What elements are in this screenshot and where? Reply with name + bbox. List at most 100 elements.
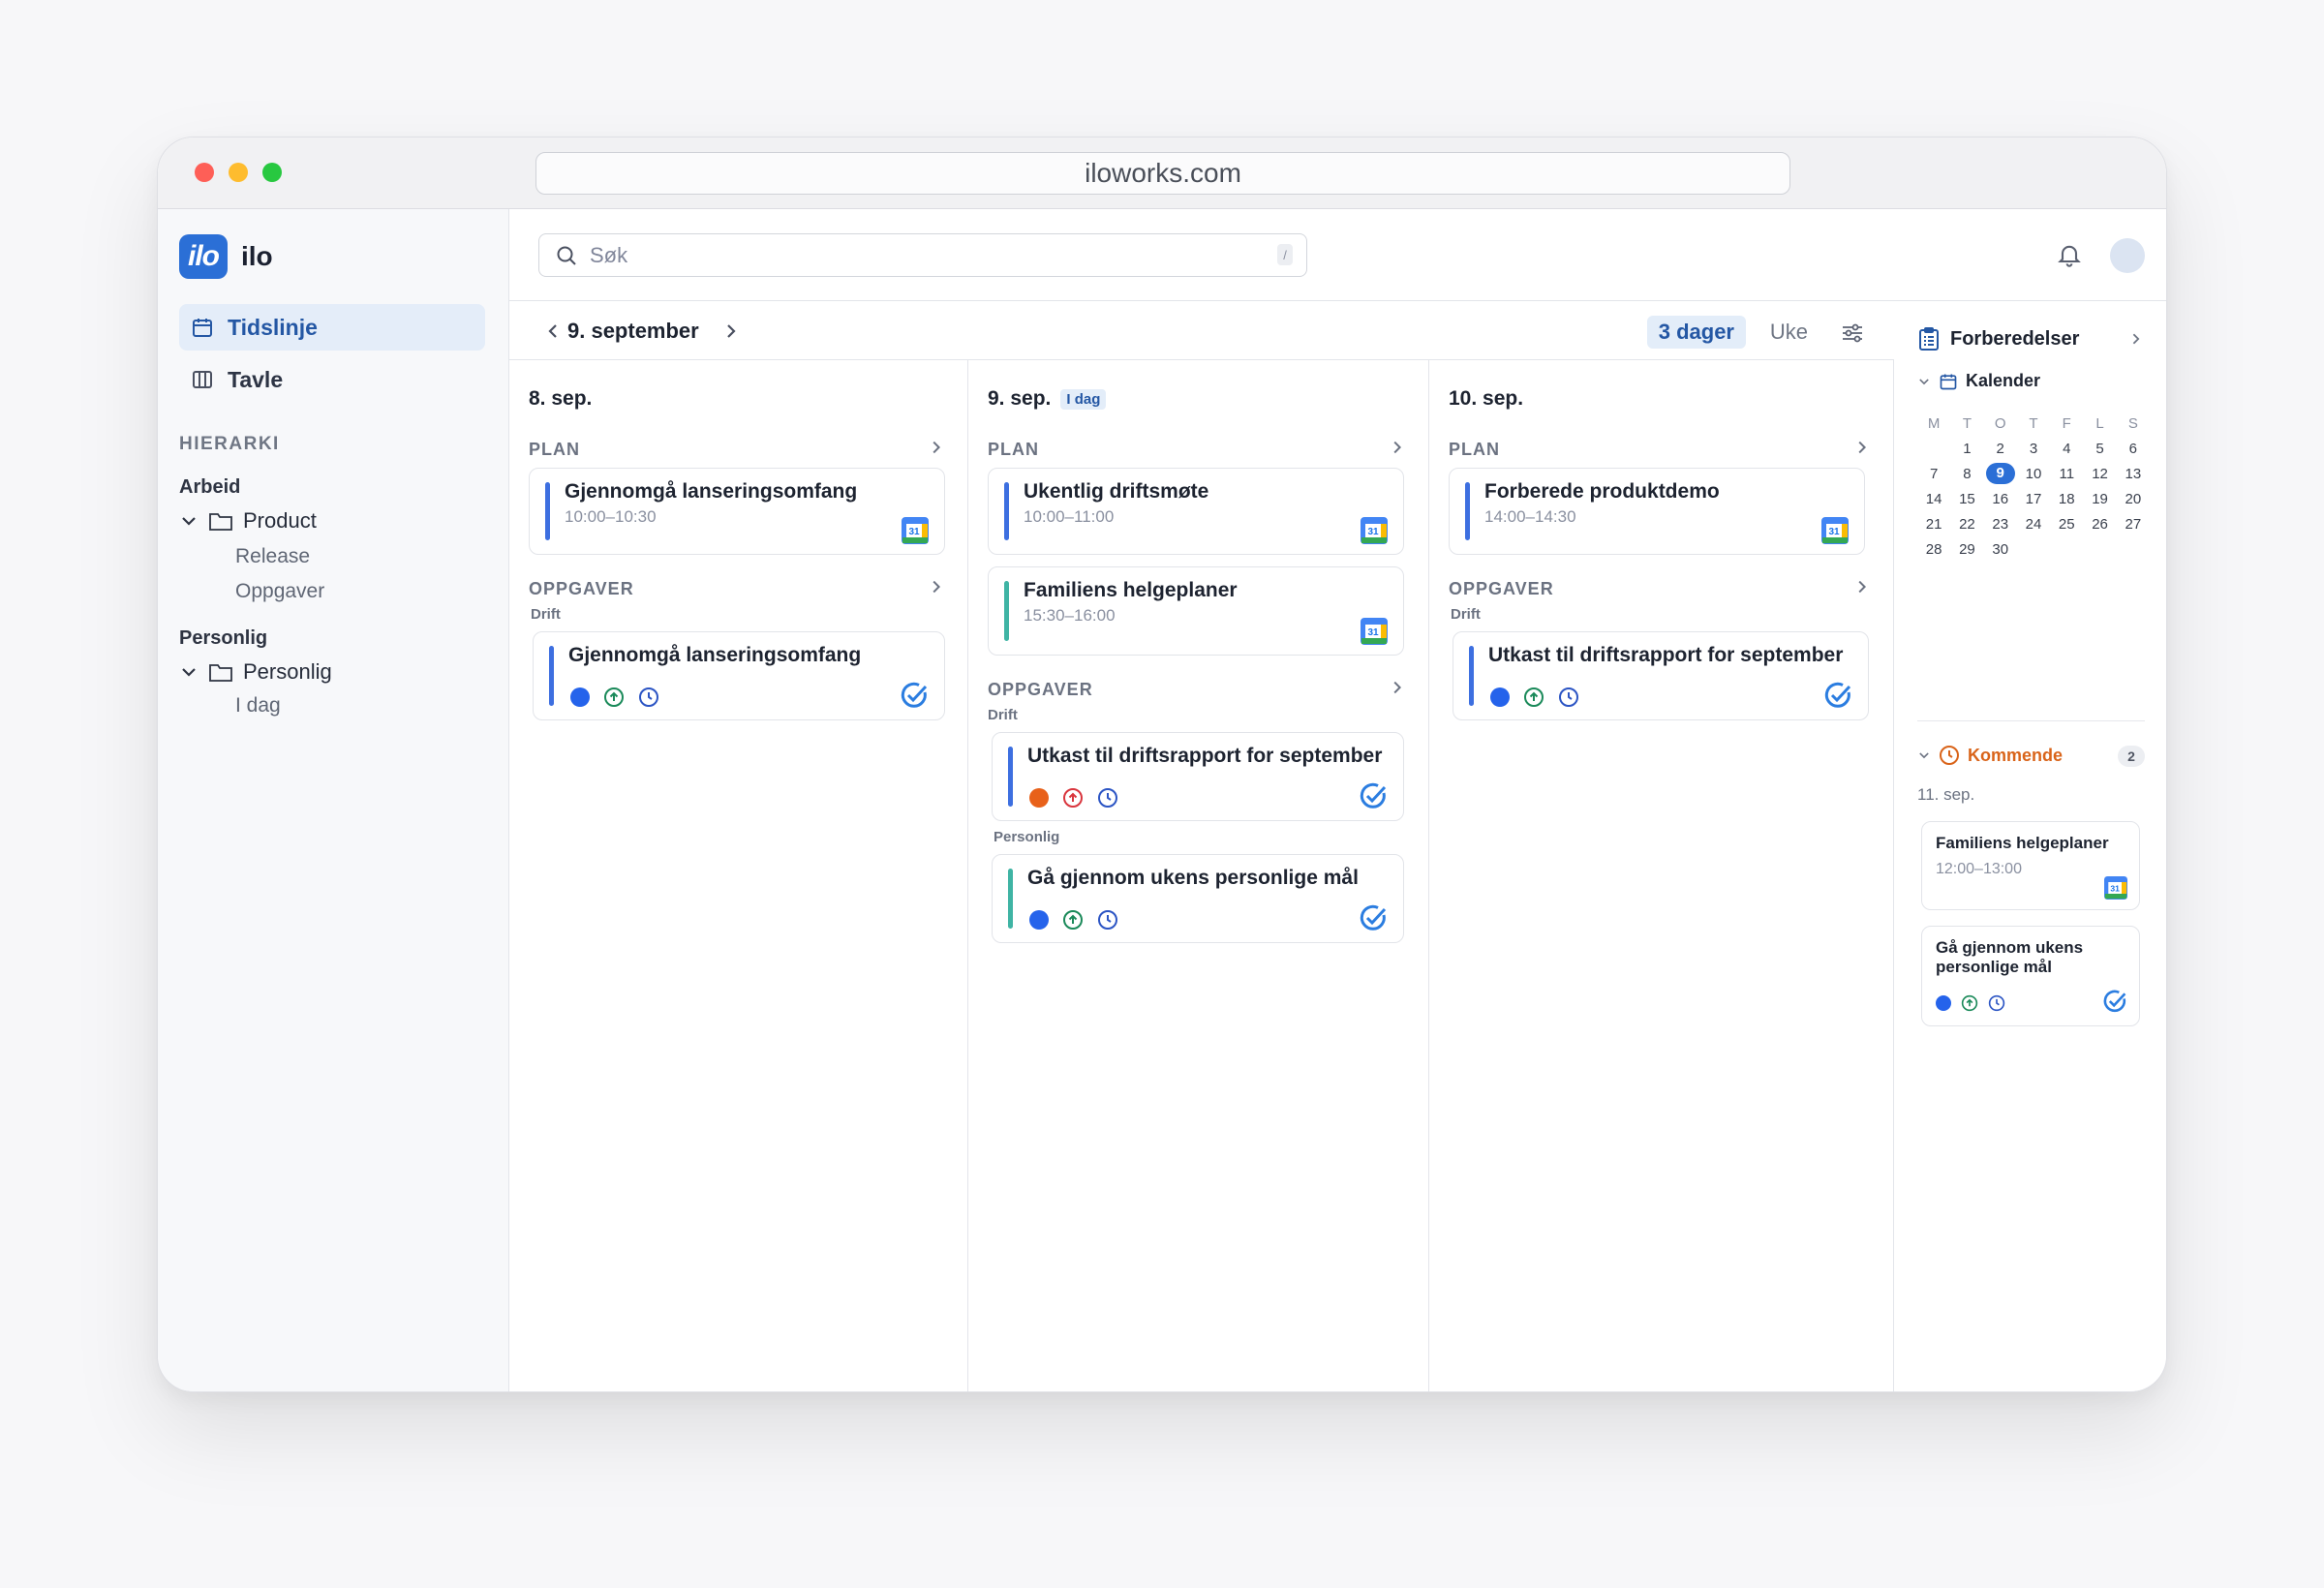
clock-icon[interactable]: [638, 687, 659, 708]
chevron-down-icon[interactable]: [179, 662, 199, 682]
calendar-day[interactable]: 27: [2117, 516, 2150, 533]
view-week-button[interactable]: Uke: [1770, 316, 1808, 349]
calendar-day[interactable]: 26: [2083, 516, 2116, 533]
calendar-day[interactable]: 6: [2117, 441, 2150, 457]
chevron-down-icon[interactable]: [1917, 748, 1931, 762]
tree-folder-personlig[interactable]: Personlig: [179, 659, 332, 685]
calendar-day[interactable]: 17: [2017, 491, 2050, 507]
chevron-down-icon[interactable]: [179, 511, 199, 531]
chevron-down-icon[interactable]: [1917, 375, 1931, 388]
task-card[interactable]: Utkast til driftsrapport for september: [1452, 631, 1869, 720]
priority-up-icon[interactable]: [1062, 909, 1084, 931]
plan-event-card[interactable]: Familiens helgeplaner 15:30–16:00 31: [988, 566, 1404, 656]
check-circle-icon[interactable]: [2102, 989, 2127, 1014]
priority-up-icon[interactable]: [1523, 687, 1544, 708]
status-dot[interactable]: [570, 687, 590, 707]
task-card[interactable]: Gjennomgå lanseringsomfang: [533, 631, 945, 720]
search-input[interactable]: Søk /: [538, 233, 1307, 277]
calendar-day[interactable]: 28: [1917, 541, 1950, 558]
calendar-day[interactable]: 7: [1917, 466, 1950, 482]
calendar-day[interactable]: 25: [2050, 516, 2083, 533]
priority-up-icon[interactable]: [1961, 994, 1978, 1012]
calendar-day[interactable]: 30: [1984, 541, 2017, 558]
status-dot[interactable]: [1936, 995, 1951, 1011]
plan-event-card[interactable]: Gjennomgå lanseringsomfang 10:00–10:30 3…: [529, 468, 945, 555]
clock-icon[interactable]: [1097, 787, 1118, 809]
bell-icon[interactable]: [2056, 241, 2083, 268]
chevron-right-icon[interactable]: [927, 439, 944, 456]
calendar-day[interactable]: 8: [1950, 466, 1983, 482]
upcoming-event-card[interactable]: Familiens helgeplaner 12:00–13:00 31: [1921, 821, 2140, 910]
preparations-header[interactable]: Forberedelser: [1917, 326, 2079, 351]
task-card[interactable]: Utkast til driftsrapport for september: [992, 732, 1404, 821]
plan-event-card[interactable]: Ukentlig driftsmøte 10:00–11:00 31: [988, 468, 1404, 555]
calendar-day[interactable]: 1: [1950, 441, 1983, 457]
plan-section-header[interactable]: PLAN: [988, 440, 1405, 460]
calendar-day[interactable]: 5: [2083, 441, 2116, 457]
chevron-right-icon[interactable]: [720, 321, 740, 341]
plan-section-header[interactable]: PLAN: [529, 440, 944, 460]
calendar-day[interactable]: 18: [2050, 491, 2083, 507]
clock-icon[interactable]: [1097, 909, 1118, 931]
status-dot[interactable]: [1490, 687, 1510, 707]
calendar-day[interactable]: 20: [2117, 491, 2150, 507]
calendar-day[interactable]: 23: [1984, 516, 2017, 533]
nav-tavle[interactable]: Tavle: [179, 356, 485, 403]
upcoming-header[interactable]: Kommende: [1917, 745, 2063, 766]
close-window-button[interactable]: [195, 163, 214, 182]
calendar-day[interactable]: 16: [1984, 491, 2017, 507]
calendar-day[interactable]: 29: [1950, 541, 1983, 558]
avatar[interactable]: [2110, 238, 2145, 273]
calendar-day[interactable]: 19: [2083, 491, 2116, 507]
calendar-day[interactable]: 22: [1950, 516, 1983, 533]
status-dot[interactable]: [1029, 910, 1049, 930]
calendar-header[interactable]: Kalender: [1917, 371, 2040, 391]
chevron-right-icon[interactable]: [1852, 578, 1870, 596]
tree-item-i-dag[interactable]: I dag: [235, 694, 281, 718]
clock-icon[interactable]: [1558, 687, 1579, 708]
filter-settings-icon[interactable]: [1840, 321, 1865, 345]
plan-section-header[interactable]: PLAN: [1449, 440, 1870, 460]
nav-tidslinje[interactable]: Tidslinje: [179, 304, 485, 351]
calendar-day[interactable]: 12: [2083, 466, 2116, 482]
calendar-day[interactable]: 10: [2017, 466, 2050, 482]
chevron-right-icon[interactable]: [1388, 679, 1405, 696]
chevron-right-icon[interactable]: [2127, 331, 2143, 347]
tasks-section-header[interactable]: OPPGAVER: [1449, 579, 1870, 599]
calendar-day[interactable]: 11: [2050, 466, 2083, 482]
view-3-days-button[interactable]: 3 dager: [1646, 316, 1746, 349]
minimize-window-button[interactable]: [229, 163, 248, 182]
task-card[interactable]: Gå gjennom ukens personlige mål: [992, 854, 1404, 943]
maximize-window-button[interactable]: [262, 163, 282, 182]
status-dot[interactable]: [1029, 788, 1049, 808]
check-circle-icon[interactable]: [900, 681, 929, 710]
app-logo[interactable]: ilo ilo: [179, 234, 273, 279]
check-circle-icon[interactable]: [1359, 781, 1388, 810]
calendar-day[interactable]: 13: [2117, 466, 2150, 482]
calendar-day[interactable]: 14: [1917, 491, 1950, 507]
calendar-day[interactable]: 2: [1984, 441, 2017, 457]
chevron-right-icon[interactable]: [1388, 439, 1405, 456]
calendar-day[interactable]: 4: [2050, 441, 2083, 457]
tree-item-oppgaver[interactable]: Oppgaver: [235, 580, 324, 603]
priority-up-icon[interactable]: [603, 687, 625, 708]
calendar-day-today[interactable]: 9: [1984, 463, 2017, 484]
chevron-right-icon[interactable]: [927, 578, 944, 596]
tree-folder-product[interactable]: Product: [179, 508, 317, 534]
chevron-right-icon[interactable]: [1852, 439, 1870, 456]
calendar-day[interactable]: 15: [1950, 491, 1983, 507]
calendar-day[interactable]: 24: [2017, 516, 2050, 533]
tasks-section-header[interactable]: OPPGAVER: [529, 579, 944, 599]
upcoming-task-card[interactable]: Gå gjennom ukens personlige mål: [1921, 926, 2140, 1026]
address-bar[interactable]: iloworks.com: [535, 152, 1790, 195]
check-circle-icon[interactable]: [1359, 903, 1388, 932]
tree-item-release[interactable]: Release: [235, 545, 310, 568]
calendar-day[interactable]: 21: [1917, 516, 1950, 533]
clock-icon[interactable]: [1988, 994, 2005, 1012]
tasks-section-header[interactable]: OPPGAVER: [988, 680, 1405, 700]
calendar-day[interactable]: 3: [2017, 441, 2050, 457]
plan-event-card[interactable]: Forberede produktdemo 14:00–14:30 31: [1449, 468, 1865, 555]
check-circle-icon[interactable]: [1823, 681, 1852, 710]
priority-up-icon[interactable]: [1062, 787, 1084, 809]
chevron-left-icon[interactable]: [544, 321, 564, 341]
